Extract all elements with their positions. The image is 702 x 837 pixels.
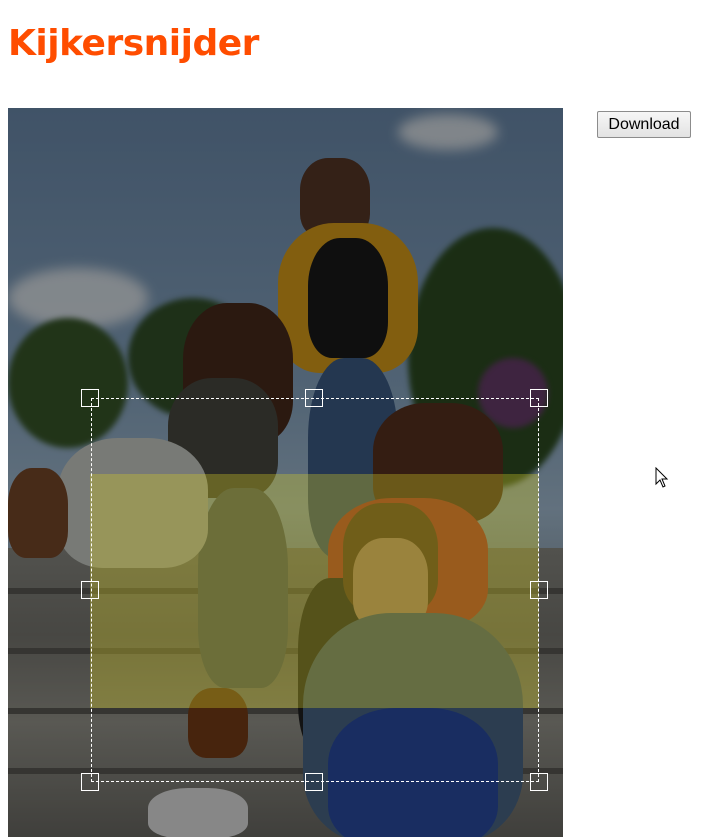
crop-image[interactable] xyxy=(8,108,563,837)
crop-selection-tint xyxy=(90,474,539,708)
crop-handle-bottom-center[interactable] xyxy=(305,773,323,791)
crop-handle-bottom-right[interactable] xyxy=(530,773,548,791)
crop-handle-top-right[interactable] xyxy=(530,389,548,407)
page: Kijkersnijder Download xyxy=(0,0,702,837)
crop-handle-middle-right[interactable] xyxy=(530,581,548,599)
download-button[interactable]: Download xyxy=(597,111,691,138)
page-title: Kijkersnijder xyxy=(8,23,259,64)
crop-handle-top-center[interactable] xyxy=(305,389,323,407)
crop-handle-top-left[interactable] xyxy=(81,389,99,407)
crop-dim-overlay xyxy=(8,108,563,837)
mouse-pointer-icon xyxy=(655,467,669,488)
crop-handle-middle-left[interactable] xyxy=(81,581,99,599)
crop-handle-bottom-left[interactable] xyxy=(81,773,99,791)
